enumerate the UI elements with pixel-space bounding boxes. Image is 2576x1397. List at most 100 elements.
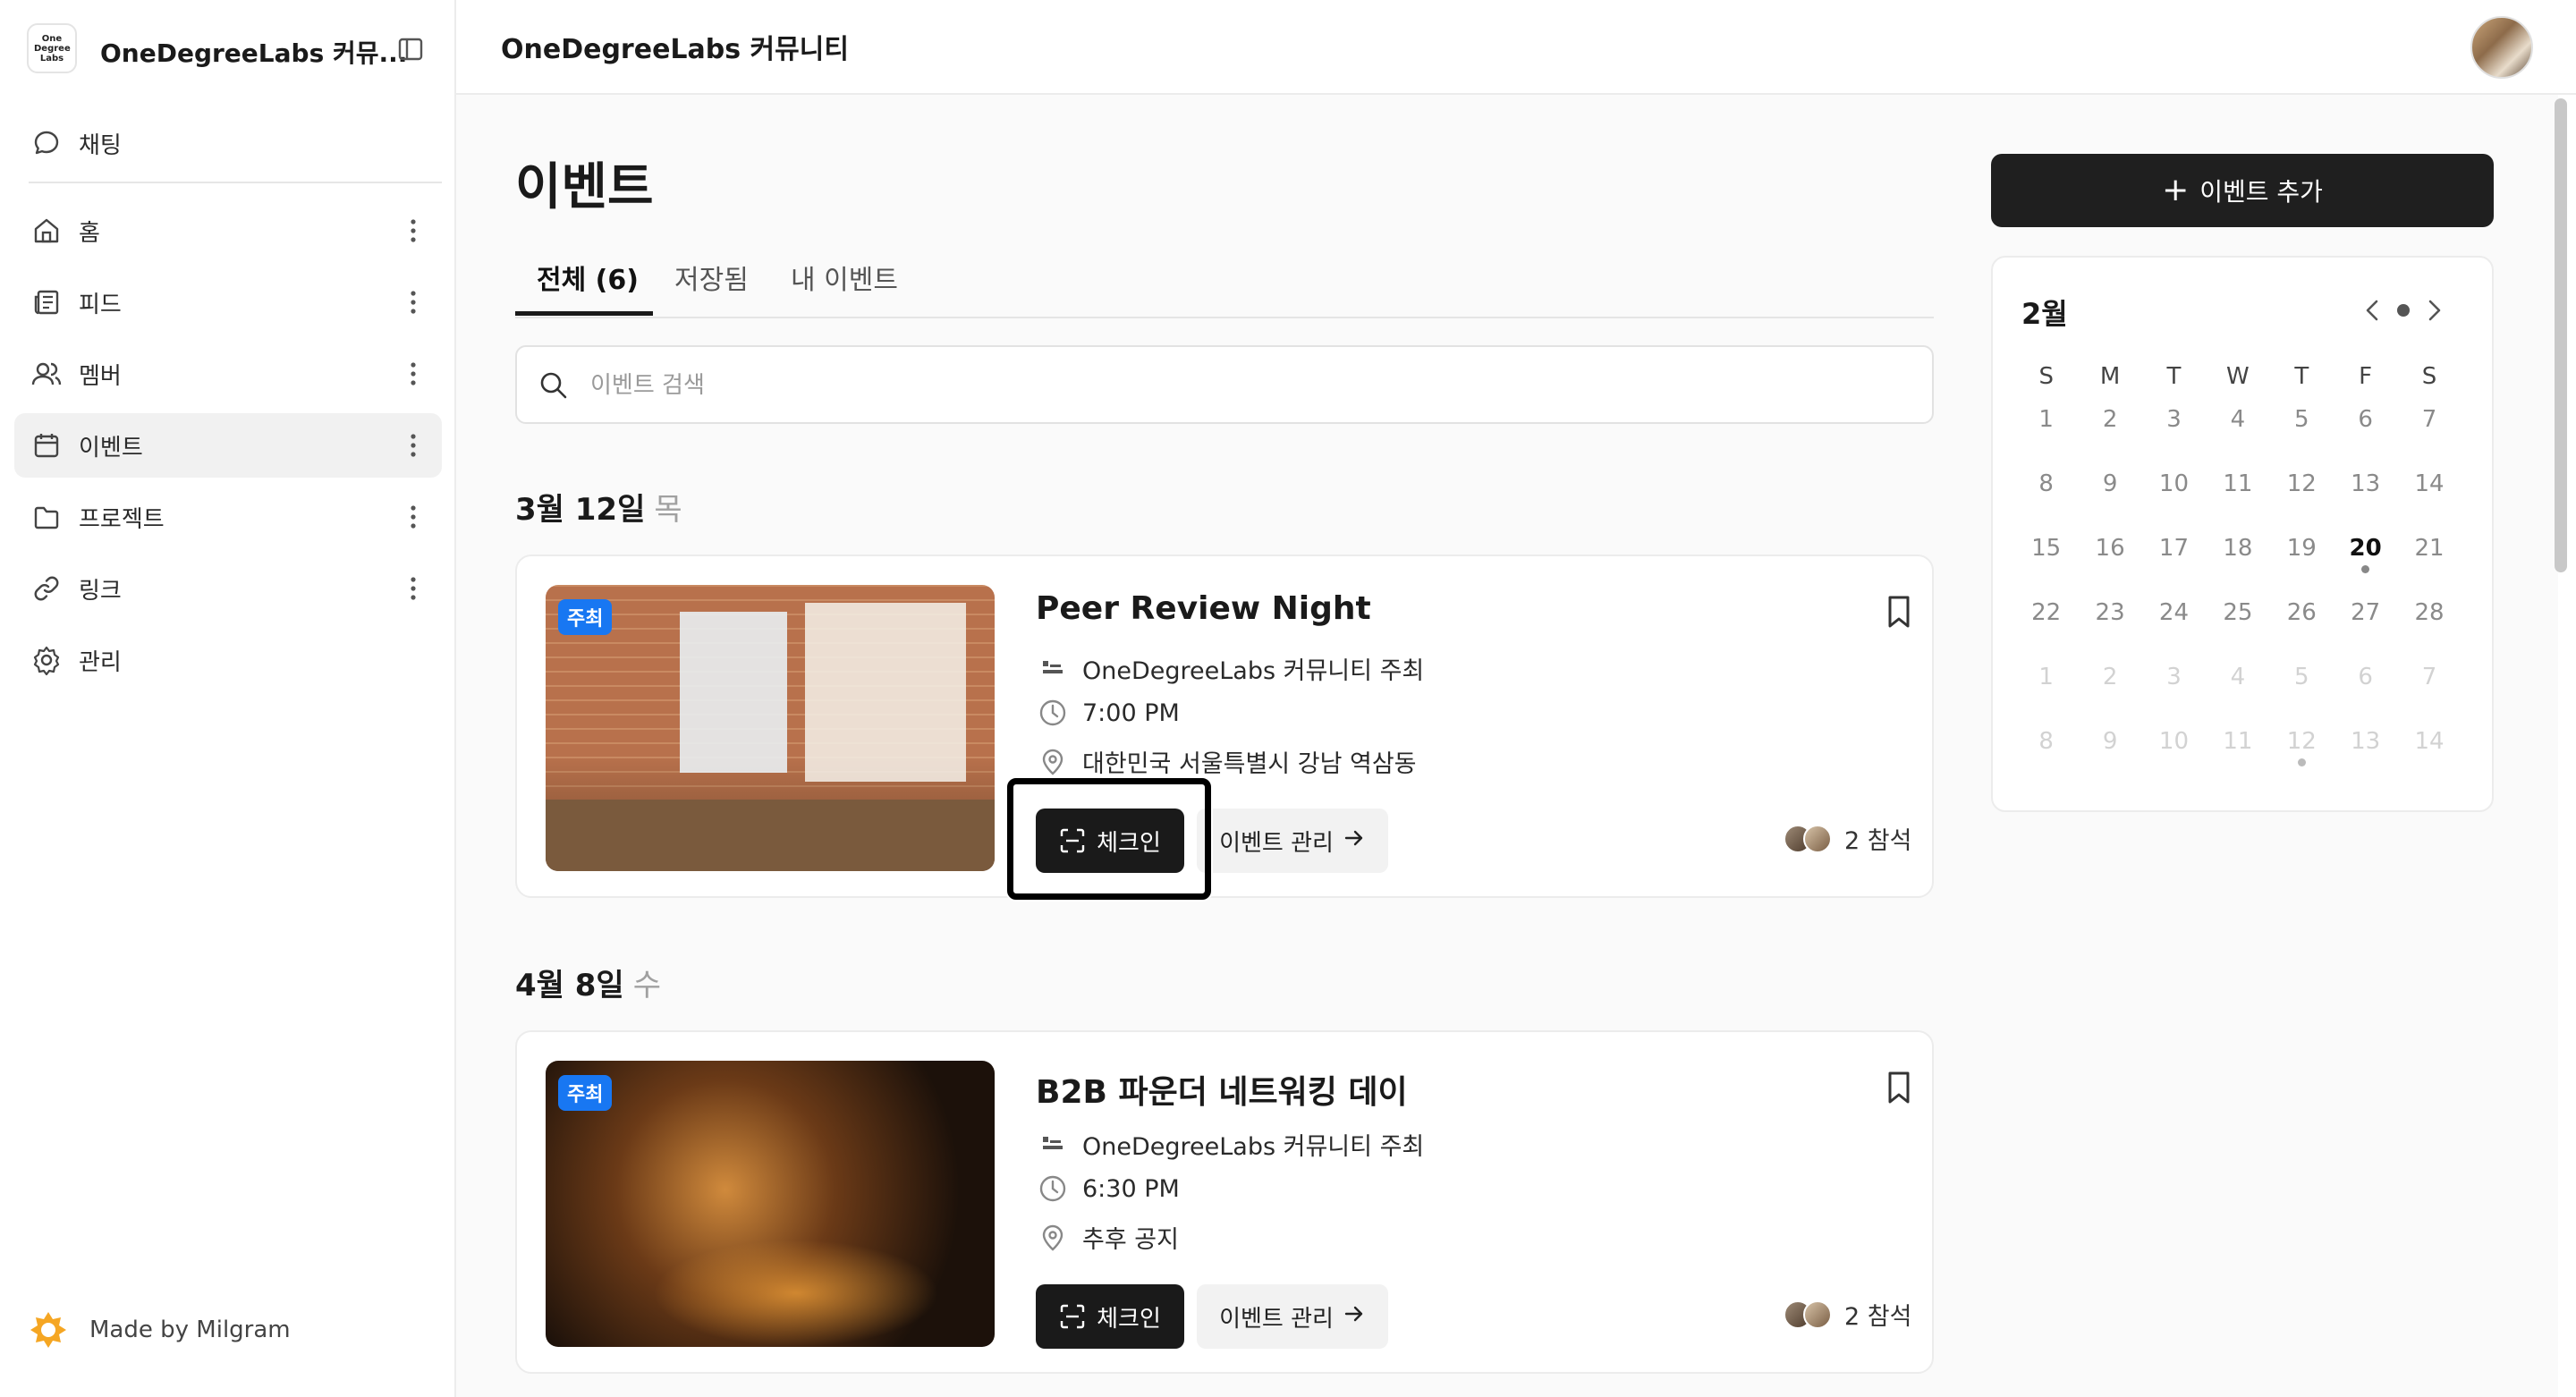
calendar-day[interactable]: 23: [2078, 599, 2141, 664]
calendar-day[interactable]: 15: [2014, 535, 2078, 599]
manage-event-button[interactable]: 이벤트 관리: [1197, 1284, 1388, 1349]
calendar-day[interactable]: 11: [2206, 470, 2269, 535]
user-avatar[interactable]: [2470, 16, 2533, 79]
bookmark-icon[interactable]: [1884, 594, 1914, 630]
event-location: 추후 공지: [1082, 1226, 1179, 1254]
calendar-day[interactable]: 10: [2142, 470, 2206, 535]
calendar-day[interactable]: 12: [2270, 728, 2334, 792]
workspace-logo[interactable]: One Degree Labs: [27, 23, 77, 73]
feed-icon: [30, 286, 63, 318]
calendar-day[interactable]: 5: [2270, 406, 2334, 470]
attendee-avatar: [1803, 824, 1832, 853]
calendar-day[interactable]: 8: [2014, 728, 2078, 792]
calendar-day[interactable]: 7: [2397, 664, 2461, 728]
calendar-day[interactable]: 5: [2270, 664, 2334, 728]
more-vertical-icon[interactable]: [410, 216, 417, 245]
calendar-day[interactable]: 2: [2078, 664, 2141, 728]
calendar-day[interactable]: 7: [2397, 406, 2461, 470]
host-badge: 주최: [558, 599, 613, 635]
calendar-day-number: 12: [2286, 728, 2317, 755]
calendar-day[interactable]: 1: [2014, 406, 2078, 470]
calendar-day[interactable]: 4: [2206, 664, 2269, 728]
calendar-day[interactable]: 22: [2014, 599, 2078, 664]
calendar-day[interactable]: 13: [2334, 728, 2397, 792]
calendar-day-number: 23: [2095, 599, 2125, 626]
sidebar-item-members[interactable]: 멤버: [14, 342, 442, 406]
event-tabs: 전체 (6) 저장됨 내 이벤트: [515, 238, 1934, 318]
calendar-day[interactable]: 25: [2206, 599, 2269, 664]
calendar-day[interactable]: 9: [2078, 728, 2141, 792]
event-title[interactable]: B2B 파운더 네트워킹 데이: [1036, 1066, 1408, 1113]
sidebar-item-projects[interactable]: 프로젝트: [14, 485, 442, 549]
calendar-day[interactable]: 6: [2334, 406, 2397, 470]
calendar-day[interactable]: 19: [2270, 535, 2334, 599]
calendar-day[interactable]: 20: [2334, 535, 2397, 599]
tab-saved[interactable]: 저장됨: [674, 258, 749, 297]
calendar-day-number: 24: [2158, 599, 2190, 626]
calendar-day[interactable]: 24: [2142, 599, 2206, 664]
event-host: OneDegreeLabs 커뮤니티 주최: [1082, 1133, 1425, 1161]
checkin-button[interactable]: 체크인: [1036, 1284, 1184, 1349]
calendar-week-row: 8 9 10 11 12 13 14: [2014, 728, 2476, 792]
event-location: 대한민국 서울특별시 강남 역삼동: [1082, 750, 1417, 778]
sidebar-item-chat[interactable]: 채팅: [14, 111, 442, 175]
search-input[interactable]: [589, 363, 1916, 408]
calendar-day[interactable]: 9: [2078, 470, 2141, 535]
calendar-day[interactable]: 3: [2142, 664, 2206, 728]
calendar-day[interactable]: 27: [2334, 599, 2397, 664]
sidebar-item-home[interactable]: 홈: [14, 199, 442, 263]
tab-my-events[interactable]: 내 이벤트: [791, 258, 898, 297]
calendar-day-number: 14: [2414, 728, 2445, 755]
more-vertical-icon[interactable]: [410, 574, 417, 603]
event-card[interactable]: 주최 B2B 파운더 네트워킹 데이 OneDegreeLabs 커뮤니티 주최…: [515, 1030, 1934, 1374]
calendar-day-number: 28: [2414, 599, 2445, 626]
calendar-day[interactable]: 13: [2334, 470, 2397, 535]
sidebar-item-feed[interactable]: 피드: [14, 270, 442, 334]
calendar-day[interactable]: 11: [2206, 728, 2269, 792]
tab-all[interactable]: 전체 (6): [537, 258, 639, 297]
calendar-day[interactable]: 14: [2397, 728, 2461, 792]
chevron-left-icon[interactable]: [2361, 297, 2383, 324]
calendar-day[interactable]: 16: [2078, 535, 2141, 599]
main-scrollbar[interactable]: [2555, 98, 2567, 572]
workspace-name[interactable]: OneDegreeLabs 커뮤...: [100, 34, 407, 70]
sidebar-item-links[interactable]: 링크: [14, 556, 442, 621]
event-image[interactable]: 주최: [546, 1061, 995, 1347]
calendar-day[interactable]: 10: [2142, 728, 2206, 792]
calendar-day[interactable]: 28: [2397, 599, 2461, 664]
calendar-day-number: 10: [2158, 728, 2190, 755]
event-search[interactable]: [515, 345, 1934, 424]
made-by-footer[interactable]: Made by Milgram: [29, 1310, 291, 1350]
calendar-day[interactable]: 18: [2206, 535, 2269, 599]
event-image[interactable]: 주최: [546, 585, 995, 871]
manage-event-button[interactable]: 이벤트 관리: [1197, 809, 1388, 873]
today-dot-button[interactable]: [2397, 304, 2410, 317]
calendar-day[interactable]: 6: [2334, 664, 2397, 728]
calendar-day[interactable]: 21: [2397, 535, 2461, 599]
calendar-day[interactable]: 1: [2014, 664, 2078, 728]
more-vertical-icon[interactable]: [410, 288, 417, 317]
sidebar-item-admin[interactable]: 관리: [14, 628, 442, 692]
calendar-day[interactable]: 8: [2014, 470, 2078, 535]
sidebar-item-events[interactable]: 이벤트: [14, 413, 442, 478]
calendar-day[interactable]: 2: [2078, 406, 2141, 470]
attendees[interactable]: 2 참석: [1784, 821, 1911, 856]
calendar-day[interactable]: 12: [2270, 470, 2334, 535]
more-vertical-icon[interactable]: [410, 503, 417, 531]
attendees[interactable]: 2 참석: [1784, 1297, 1911, 1332]
event-card[interactable]: 주최 Peer Review Night OneDegreeLabs 커뮤니티 …: [515, 555, 1934, 898]
sidebar-toggle-icon[interactable]: [397, 36, 424, 63]
calendar-day[interactable]: 4: [2206, 406, 2269, 470]
more-vertical-icon[interactable]: [410, 431, 417, 460]
calendar-day[interactable]: 3: [2142, 406, 2206, 470]
add-event-button[interactable]: + 이벤트 추가: [1991, 154, 2494, 227]
calendar-day[interactable]: 14: [2397, 470, 2461, 535]
calendar-weekday: T: [2166, 363, 2182, 390]
calendar-day[interactable]: 17: [2142, 535, 2206, 599]
calendar-day[interactable]: 26: [2270, 599, 2334, 664]
more-vertical-icon[interactable]: [410, 360, 417, 388]
arrow-right-icon: [1343, 1302, 1366, 1332]
event-title[interactable]: Peer Review Night: [1036, 590, 1371, 627]
bookmark-icon[interactable]: [1884, 1070, 1914, 1105]
chevron-right-icon[interactable]: [2424, 297, 2445, 324]
